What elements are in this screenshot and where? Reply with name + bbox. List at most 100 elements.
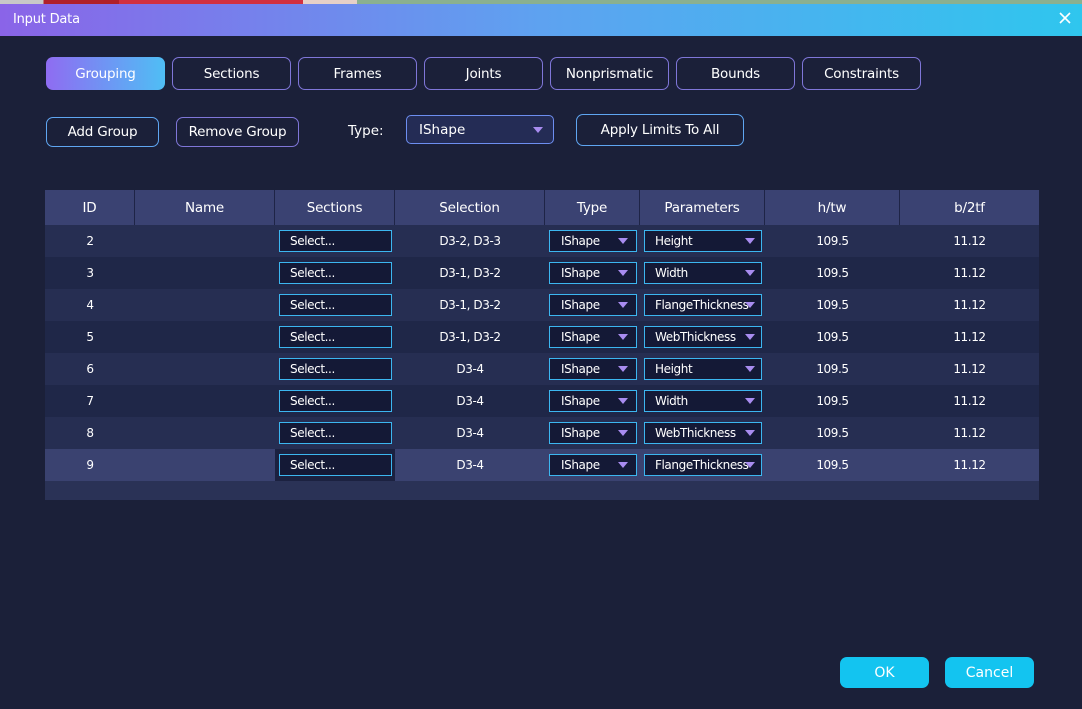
table-row[interactable]: 6 Select... D3-4 IShape Height 109.5 11.12	[45, 353, 1039, 385]
chevron-down-icon	[745, 462, 755, 468]
table-row[interactable]: 5 Select... D3-1, D3-2 IShape WebThickness 10…	[45, 321, 1039, 353]
column-header-selection[interactable]: Selection	[395, 190, 545, 225]
tab-frames[interactable]: Frames	[298, 57, 417, 90]
tab-nonprismatic[interactable]: Nonprismatic	[550, 57, 669, 90]
chevron-down-icon	[745, 270, 755, 276]
cell-name[interactable]	[135, 321, 275, 353]
cell-id: 7	[86, 394, 94, 408]
cell-b-2tf: 11.12	[953, 458, 986, 472]
cancel-button[interactable]: Cancel	[945, 657, 1034, 688]
remove-group-button[interactable]: Remove Group	[176, 117, 299, 147]
cell-id: 2	[86, 234, 94, 248]
table-row[interactable]: 3 Select... D3-1, D3-2 IShape Width 109.5 11.1…	[45, 257, 1039, 289]
row-type-select[interactable]: IShape	[549, 294, 637, 316]
cell-id: 3	[86, 266, 94, 280]
table-row[interactable]: 4 Select... D3-1, D3-2 IShape FlangeThicknes…	[45, 289, 1039, 321]
cell-h-tw: 109.5	[816, 330, 849, 344]
cell-h-tw: 109.5	[816, 362, 849, 376]
parameter-select[interactable]: WebThickness	[644, 422, 762, 444]
parameter-value: WebThickness	[655, 426, 736, 440]
chevron-down-icon	[618, 334, 628, 340]
tab-bounds[interactable]: Bounds	[676, 57, 795, 90]
column-header-h-tw[interactable]: h/tw	[765, 190, 900, 225]
add-group-button[interactable]: Add Group	[46, 117, 159, 147]
sections-select-box[interactable]: Select...	[279, 326, 392, 348]
parameter-select[interactable]: Height	[644, 358, 762, 380]
parameter-value: FlangeThickness	[655, 458, 749, 472]
cell-b-2tf: 11.12	[953, 298, 986, 312]
sections-select-box[interactable]: Select...	[279, 358, 392, 380]
parameter-select[interactable]: WebThickness	[644, 326, 762, 348]
cell-name[interactable]	[135, 225, 275, 257]
cell-name[interactable]	[135, 353, 275, 385]
column-header-parameters[interactable]: Parameters	[640, 190, 765, 225]
cell-name[interactable]	[135, 385, 275, 417]
parameter-value: WebThickness	[655, 330, 736, 344]
sections-select-box[interactable]: Select...	[279, 454, 392, 476]
cell-b-2tf: 11.12	[953, 266, 986, 280]
row-type-value: IShape	[561, 458, 600, 472]
sections-select-box[interactable]: Select...	[279, 262, 392, 284]
cell-h-tw: 109.5	[816, 266, 849, 280]
parameter-select[interactable]: FlangeThickness	[644, 454, 762, 476]
chevron-down-icon	[618, 302, 628, 308]
cell-name[interactable]	[135, 449, 275, 481]
chevron-down-icon	[745, 366, 755, 372]
row-type-select[interactable]: IShape	[549, 358, 637, 380]
column-header-b-2tf[interactable]: b/2tf	[900, 190, 1039, 225]
table-header: ID Name Sections Selection Type Paramete…	[45, 190, 1039, 225]
apply-limits-button[interactable]: Apply Limits To All	[576, 114, 744, 146]
sections-select-text: Select...	[290, 298, 335, 312]
column-header-type[interactable]: Type	[545, 190, 640, 225]
table-row[interactable]: 7 Select... D3-4 IShape Width 109.5 11.12	[45, 385, 1039, 417]
parameter-select[interactable]: FlangeThickness	[644, 294, 762, 316]
row-type-select[interactable]: IShape	[549, 262, 637, 284]
parameter-select[interactable]: Width	[644, 262, 762, 284]
type-label: Type:	[348, 123, 384, 139]
row-type-select[interactable]: IShape	[549, 326, 637, 348]
parameter-select[interactable]: Width	[644, 390, 762, 412]
column-header-name[interactable]: Name	[135, 190, 275, 225]
parameter-select[interactable]: Height	[644, 230, 762, 252]
cell-id: 6	[86, 362, 94, 376]
column-header-id[interactable]: ID	[45, 190, 135, 225]
row-type-value: IShape	[561, 426, 600, 440]
table-row[interactable]: 9 Select... D3-4 IShape FlangeThickness 109.5…	[45, 449, 1039, 481]
type-select-value: IShape	[419, 122, 466, 138]
row-type-value: IShape	[561, 394, 600, 408]
sections-select-box[interactable]: Select...	[279, 294, 392, 316]
tab-constraints[interactable]: Constraints	[802, 57, 921, 90]
chevron-down-icon	[618, 430, 628, 436]
row-type-value: IShape	[561, 298, 600, 312]
chevron-down-icon	[745, 238, 755, 244]
close-icon[interactable]	[1058, 11, 1072, 25]
parameter-value: Height	[655, 234, 693, 248]
cell-name[interactable]	[135, 289, 275, 321]
tab-sections[interactable]: Sections	[172, 57, 291, 90]
row-type-select[interactable]: IShape	[549, 454, 637, 476]
cell-selection: D3-1, D3-2	[439, 266, 501, 280]
sections-select-box[interactable]: Select...	[279, 422, 392, 444]
row-type-select[interactable]: IShape	[549, 390, 637, 412]
ok-button[interactable]: OK	[840, 657, 929, 688]
cell-selection: D3-2, D3-3	[439, 234, 501, 248]
tab-joints[interactable]: Joints	[424, 57, 543, 90]
type-select[interactable]: IShape	[406, 115, 554, 144]
sections-select-text: Select...	[290, 266, 335, 280]
table-row[interactable]: 2 Select... D3-2, D3-3 IShape Height 109.5 11.…	[45, 225, 1039, 257]
row-type-select[interactable]: IShape	[549, 422, 637, 444]
cell-name[interactable]	[135, 417, 275, 449]
table-row[interactable]: 8 Select... D3-4 IShape WebThickness 109.5 11.…	[45, 417, 1039, 449]
sections-select-box[interactable]: Select...	[279, 230, 392, 252]
column-header-sections[interactable]: Sections	[275, 190, 395, 225]
chevron-down-icon	[745, 398, 755, 404]
cell-name[interactable]	[135, 257, 275, 289]
cell-b-2tf: 11.12	[953, 330, 986, 344]
cell-b-2tf: 11.12	[953, 362, 986, 376]
sections-select-text: Select...	[290, 394, 335, 408]
cell-selection: D3-4	[456, 394, 484, 408]
sections-select-box[interactable]: Select...	[279, 390, 392, 412]
tab-grouping[interactable]: Grouping	[46, 57, 165, 90]
parameter-value: Height	[655, 362, 693, 376]
row-type-select[interactable]: IShape	[549, 230, 637, 252]
